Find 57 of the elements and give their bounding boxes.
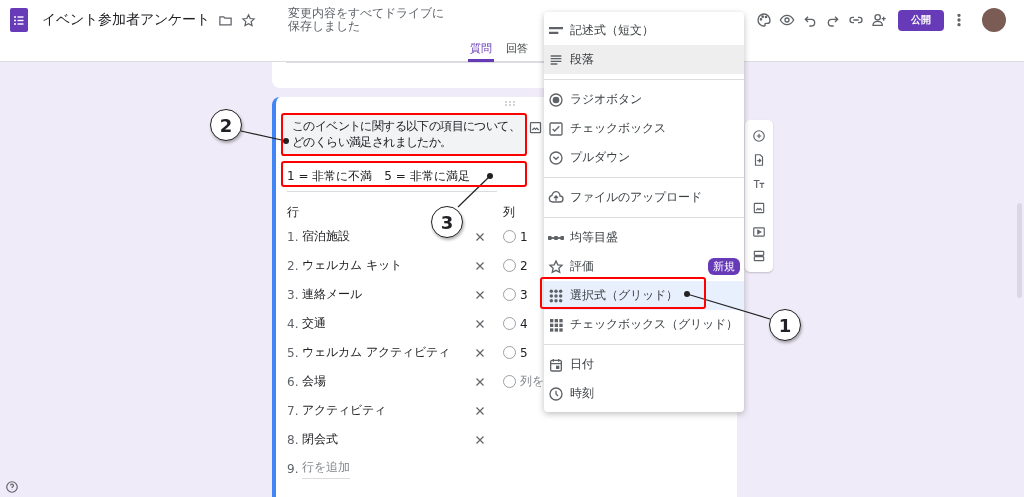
row-label[interactable]: アクティビティ (302, 403, 386, 417)
row-number: 3. (287, 287, 300, 302)
menu-item-label: チェックボックス（グリッド） (570, 316, 738, 333)
row-number: 4. (287, 316, 300, 331)
row-number: 2. (287, 258, 300, 273)
row-label[interactable]: 閉会式 (302, 432, 338, 446)
row-label[interactable]: ウェルカム キット (302, 258, 402, 272)
row-number: 5. (287, 345, 300, 360)
menu-item-label: 時刻 (570, 385, 594, 402)
column-label[interactable]: 2 (520, 258, 528, 273)
menu-item-label: 評価 (570, 258, 594, 275)
menu-item[interactable]: ラジオボタン (544, 85, 744, 114)
row-label[interactable]: 宿泊施設 (302, 229, 350, 243)
row-number: 1. (287, 229, 300, 244)
row-number: 8. (287, 432, 300, 447)
menu-item-label: ラジオボタン (570, 91, 642, 108)
menu-item[interactable]: 選択式（グリッド） (544, 281, 744, 310)
add-column-field[interactable]: 列を (520, 373, 544, 390)
column-label[interactable]: 5 (520, 345, 528, 360)
menu-item[interactable]: ファイルのアップロード (544, 183, 744, 212)
row-label[interactable]: 会場 (302, 374, 326, 388)
row-label[interactable]: 連絡メール (302, 287, 362, 301)
document-title[interactable]: イベント参加者アンケート (42, 11, 210, 29)
callout-number: 2 (210, 109, 242, 141)
menu-item[interactable]: 評価 新規 (544, 252, 744, 281)
menu-item-label: 段落 (570, 51, 594, 68)
add-row-field[interactable]: 行を追加 (302, 458, 350, 479)
menu-item-label: プルダウン (570, 149, 630, 166)
column-label[interactable]: 4 (520, 316, 528, 331)
menu-item[interactable]: 記述式（短文） (544, 16, 744, 45)
row-number: 7. (287, 403, 300, 418)
menu-item-label: 日付 (570, 356, 594, 373)
menu-item[interactable]: 日付 (544, 350, 744, 379)
menu-item[interactable]: 均等目盛 (544, 223, 744, 252)
callout-number: 1 (769, 309, 801, 341)
row-number: 6. (287, 374, 300, 389)
menu-item-label: 均等目盛 (570, 229, 618, 246)
menu-item[interactable]: チェックボックス (544, 114, 744, 143)
columns-heading: 列 (503, 204, 516, 221)
menu-item[interactable]: チェックボックス（グリッド） (544, 310, 744, 339)
menu-item[interactable]: プルダウン (544, 143, 744, 172)
menu-item[interactable]: 時刻 (544, 379, 744, 408)
column-label[interactable]: 3 (520, 287, 528, 302)
menu-item-label: 記述式（短文） (570, 22, 654, 39)
menu-item-label: チェックボックス (570, 120, 666, 137)
save-status: 変更内容をすべてドライブに保存しました (288, 7, 445, 33)
row-number: 9. (287, 461, 300, 476)
tab[interactable]: 回答 (504, 38, 530, 62)
row-label[interactable]: ウェルカム アクティビティ (302, 345, 450, 359)
rows-heading: 行 (287, 204, 300, 221)
row-label[interactable]: 交通 (302, 316, 326, 330)
column-label[interactable]: 1 (520, 229, 528, 244)
menu-item[interactable]: 段落 (544, 45, 744, 74)
menu-item-label: 選択式（グリッド） (570, 287, 678, 304)
menu-item-label: ファイルのアップロード (570, 189, 702, 206)
new-badge: 新規 (708, 258, 740, 275)
publish-button[interactable]: 公開 (898, 9, 944, 31)
